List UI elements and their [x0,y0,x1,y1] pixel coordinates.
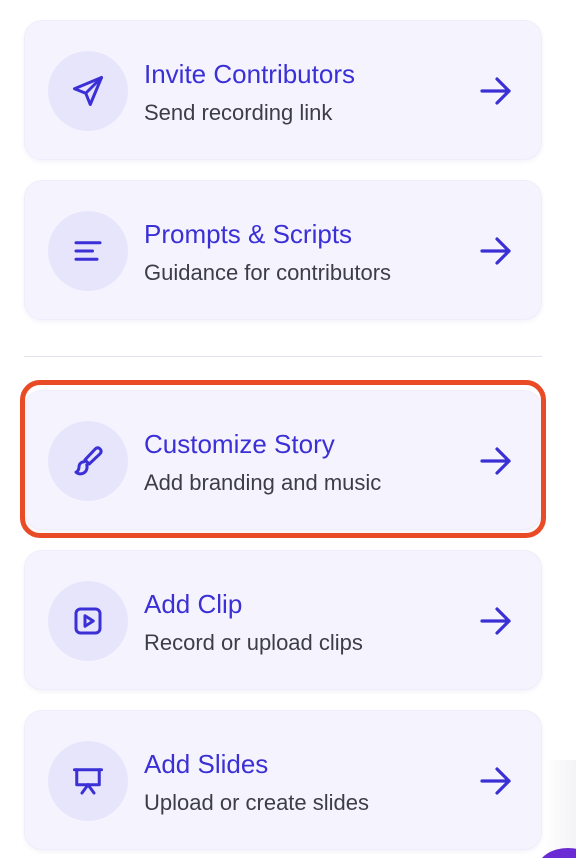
menu-item-invite-contributors[interactable]: Invite Contributors Send recording link [24,20,542,160]
section-divider [24,356,542,357]
paintbrush-icon [74,446,103,476]
menu-item-subtitle: Record or upload clips [144,630,363,655]
menu-item-add-clip[interactable]: Add Clip Record or upload clips [24,550,542,690]
arrow-right-icon [480,607,511,635]
send-icon [73,76,103,106]
arrow-right-icon [480,767,511,795]
icon-badge [48,51,128,131]
menu-item-title: Customize Story [144,429,335,459]
edge-shadow [545,760,576,858]
menu-item-prompts-scripts[interactable]: Prompts & Scripts Guidance for contribut… [24,180,542,320]
menu-item-subtitle: Add branding and music [144,470,382,495]
floating-action-button[interactable] [538,848,576,858]
menu-item-title: Add Clip [144,589,243,619]
icon-badge [48,421,128,501]
text-lines-icon [74,241,102,261]
menu-item-title: Invite Contributors [144,59,355,89]
arrow-right-icon [480,77,511,105]
presentation-icon [73,768,103,795]
icon-badge [48,211,128,291]
menu-item-subtitle: Guidance for contributors [144,260,392,285]
menu-item-add-slides[interactable]: Add Slides Upload or create slides [24,710,542,850]
icon-badge [48,741,128,821]
icon-badge [48,581,128,661]
menu-item-subtitle: Send recording link [144,100,333,125]
menu-item-title: Prompts & Scripts [144,219,353,249]
play-square-icon [74,607,102,635]
arrow-right-icon [480,237,511,265]
menu-item-customize-story[interactable]: Customize Story Add branding and music [24,390,542,530]
arrow-right-icon [480,447,511,475]
menu-item-title: Add Slides [144,749,269,779]
menu-item-subtitle: Upload or create slides [144,790,370,815]
